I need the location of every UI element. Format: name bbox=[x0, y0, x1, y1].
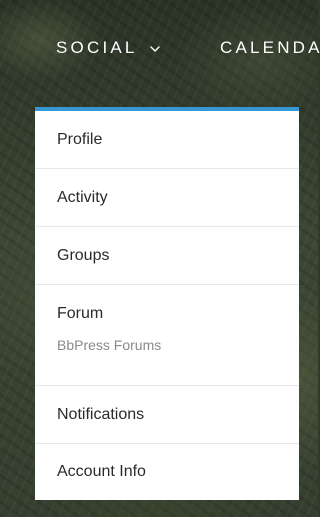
social-dropdown-menu: Profile Activity Groups Forum BbPress Fo… bbox=[35, 107, 299, 500]
menu-item-label: Groups bbox=[57, 247, 110, 264]
menu-item-label: Account Info bbox=[57, 463, 146, 480]
chevron-down-icon bbox=[148, 41, 162, 55]
menu-item-activity[interactable]: Activity bbox=[35, 169, 299, 227]
nav-item-social-label: SOCIAL bbox=[56, 38, 138, 57]
menu-item-forum[interactable]: Forum BbPress Forums bbox=[35, 285, 299, 386]
menu-item-label: Notifications bbox=[57, 406, 145, 423]
top-navigation: SOCIAL CALENDA bbox=[0, 0, 320, 100]
nav-item-calendar-label: CALENDA bbox=[220, 38, 320, 57]
menu-item-label: Activity bbox=[57, 189, 108, 206]
nav-item-social[interactable]: SOCIAL bbox=[56, 38, 162, 58]
menu-item-label: Forum bbox=[57, 305, 104, 322]
nav-item-calendar[interactable]: CALENDA bbox=[220, 38, 320, 58]
menu-item-label: Profile bbox=[57, 131, 103, 148]
menu-item-profile[interactable]: Profile bbox=[35, 111, 299, 169]
menu-item-account-info[interactable]: Account Info bbox=[35, 444, 299, 500]
menu-item-groups[interactable]: Groups bbox=[35, 227, 299, 285]
menu-item-notifications[interactable]: Notifications bbox=[35, 386, 299, 444]
menu-item-sublabel: BbPress Forums bbox=[57, 337, 162, 353]
